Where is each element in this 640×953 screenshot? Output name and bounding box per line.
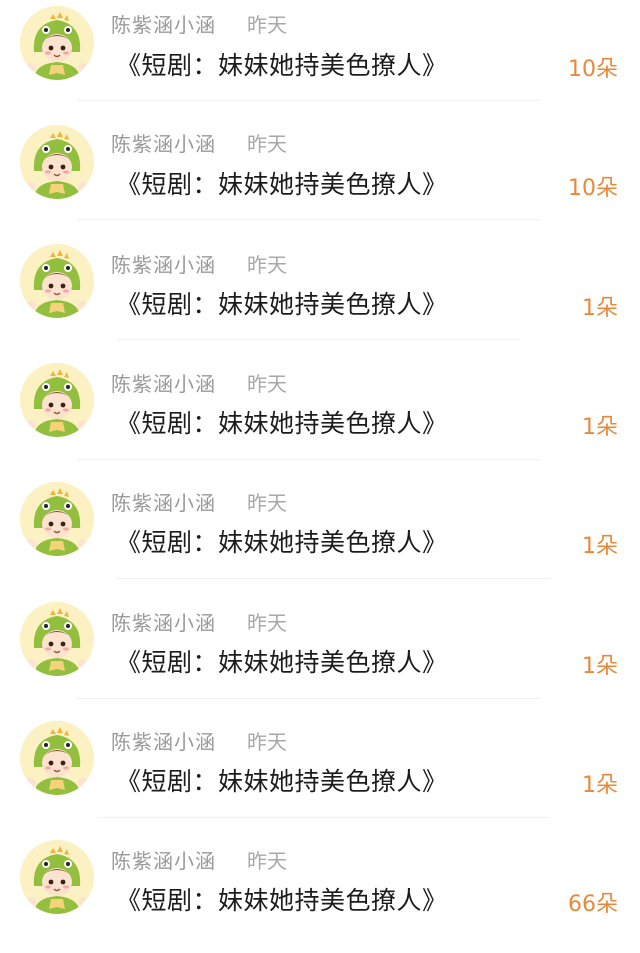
drama-title: 《短剧：妹妹她持美色撩人》	[116, 648, 448, 677]
drama-title: 《短剧：妹妹她持美色撩人》	[116, 886, 448, 915]
list-item[interactable]: 陈紫涵小涵 昨天 《短剧：妹妹她持美色撩人》 66朵	[0, 834, 640, 953]
dinosaur-costume-avatar-icon[interactable]	[20, 363, 94, 437]
sender-name[interactable]: 陈紫涵小涵	[111, 368, 216, 397]
list-item[interactable]: 陈紫涵小涵 昨天 《短剧：妹妹她持美色撩人》 1朵	[0, 715, 640, 834]
dinosaur-costume-avatar-icon[interactable]	[20, 840, 94, 914]
row-divider	[97, 817, 550, 818]
dinosaur-costume-avatar-icon[interactable]	[20, 482, 94, 556]
row-divider	[77, 698, 540, 699]
drama-title: 《短剧：妹妹她持美色撩人》	[116, 51, 448, 80]
sender-name[interactable]: 陈紫涵小涵	[111, 845, 216, 874]
list-item[interactable]: 陈紫涵小涵 昨天 《短剧：妹妹她持美色撩人》 1朵	[0, 476, 640, 595]
timestamp: 昨天	[247, 132, 287, 156]
list-item[interactable]: 陈紫涵小涵 昨天 《短剧：妹妹她持美色撩人》 1朵	[0, 238, 640, 357]
drama-title: 《短剧：妹妹她持美色撩人》	[116, 170, 448, 199]
timestamp: 昨天	[247, 730, 287, 754]
dinosaur-costume-avatar-icon[interactable]	[20, 244, 94, 318]
sender-name[interactable]: 陈紫涵小涵	[111, 487, 216, 516]
drama-title: 《短剧：妹妹她持美色撩人》	[116, 409, 448, 438]
timestamp: 昨天	[247, 611, 287, 635]
row-divider	[77, 100, 540, 101]
list-item[interactable]: 陈紫涵小涵 昨天 《短剧：妹妹她持美色撩人》 1朵	[0, 357, 640, 476]
flower-count: 1朵	[582, 654, 618, 679]
timestamp: 昨天	[247, 13, 287, 37]
timestamp: 昨天	[247, 849, 287, 873]
flower-count: 1朵	[582, 296, 618, 321]
sender-name[interactable]: 陈紫涵小涵	[111, 9, 216, 38]
dinosaur-costume-avatar-icon[interactable]	[20, 125, 94, 199]
flower-count: 66朵	[568, 892, 618, 917]
sender-name[interactable]: 陈紫涵小涵	[111, 726, 216, 755]
row-divider	[117, 578, 550, 579]
flower-count: 1朵	[582, 415, 618, 440]
drama-title: 《短剧：妹妹她持美色撩人》	[116, 528, 448, 557]
row-divider	[117, 339, 520, 340]
sender-name[interactable]: 陈紫涵小涵	[111, 249, 216, 278]
row-divider	[77, 459, 540, 460]
drama-title: 《短剧：妹妹她持美色撩人》	[116, 290, 448, 319]
flower-count: 10朵	[568, 57, 618, 82]
list-item[interactable]: 陈紫涵小涵 昨天 《短剧：妹妹她持美色撩人》 1朵	[0, 596, 640, 715]
dinosaur-costume-avatar-icon[interactable]	[20, 721, 94, 795]
list-item[interactable]: 陈紫涵小涵 昨天 《短剧：妹妹她持美色撩人》 10朵	[0, 119, 640, 238]
flower-count: 1朵	[582, 534, 618, 559]
sender-name[interactable]: 陈紫涵小涵	[111, 607, 216, 636]
row-divider	[77, 219, 540, 220]
dinosaur-costume-avatar-icon[interactable]	[20, 602, 94, 676]
timestamp: 昨天	[247, 253, 287, 277]
sender-name[interactable]: 陈紫涵小涵	[111, 128, 216, 157]
timestamp: 昨天	[247, 491, 287, 515]
flower-count: 10朵	[568, 176, 618, 201]
flower-count: 1朵	[582, 773, 618, 798]
timestamp: 昨天	[247, 372, 287, 396]
dinosaur-costume-avatar-icon[interactable]	[20, 6, 94, 80]
list-item[interactable]: 陈紫涵小涵 昨天 《短剧：妹妹她持美色撩人》 10朵	[0, 0, 640, 119]
drama-title: 《短剧：妹妹她持美色撩人》	[116, 767, 448, 796]
